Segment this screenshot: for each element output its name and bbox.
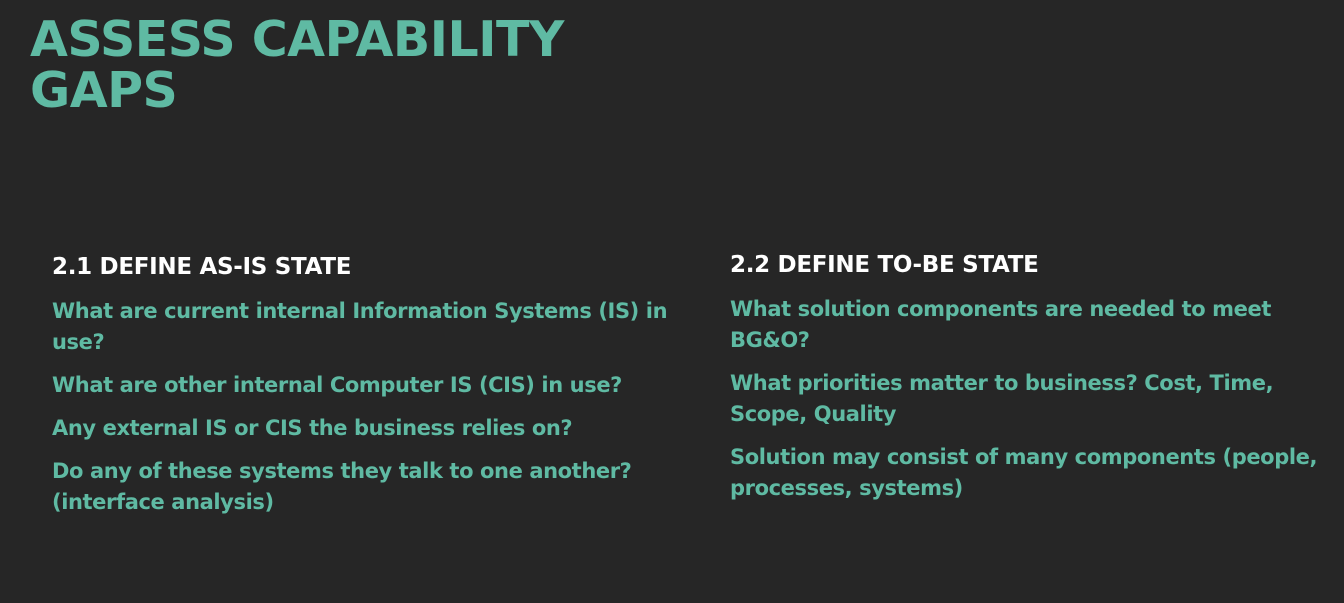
to-be-list: What solution components are needed to m… xyxy=(730,294,1330,504)
as-is-heading: 2.1 DEFINE AS-IS STATE xyxy=(52,254,352,280)
slide: ASSESS CAPABILITY GAPS 2.1 DEFINE AS-IS … xyxy=(0,0,1344,603)
list-item: What priorities matter to business? Cost… xyxy=(730,371,1274,426)
list-item: Any external IS or CIS the business reli… xyxy=(52,416,573,440)
as-is-list: What are current internal Information Sy… xyxy=(52,296,672,518)
list-item: What are other internal Computer IS (CIS… xyxy=(52,373,622,397)
title-line: GAPS xyxy=(30,62,178,119)
list-item: Do any of these systems they talk to one… xyxy=(52,459,632,514)
to-be-column: 2.2 DEFINE TO-BE STATE What solution com… xyxy=(730,249,1330,516)
list-item: Solution may consist of many components … xyxy=(730,445,1318,500)
to-be-heading: 2.2 DEFINE TO-BE STATE xyxy=(730,252,1039,278)
list-item: What solution components are needed to m… xyxy=(730,297,1271,352)
as-is-column: 2.1 DEFINE AS-IS STATE What are current … xyxy=(52,251,672,530)
title-line: ASSESS CAPABILITY xyxy=(30,11,564,68)
slide-title: ASSESS CAPABILITY GAPS xyxy=(30,14,670,116)
list-item: What are current internal Information Sy… xyxy=(52,299,668,354)
